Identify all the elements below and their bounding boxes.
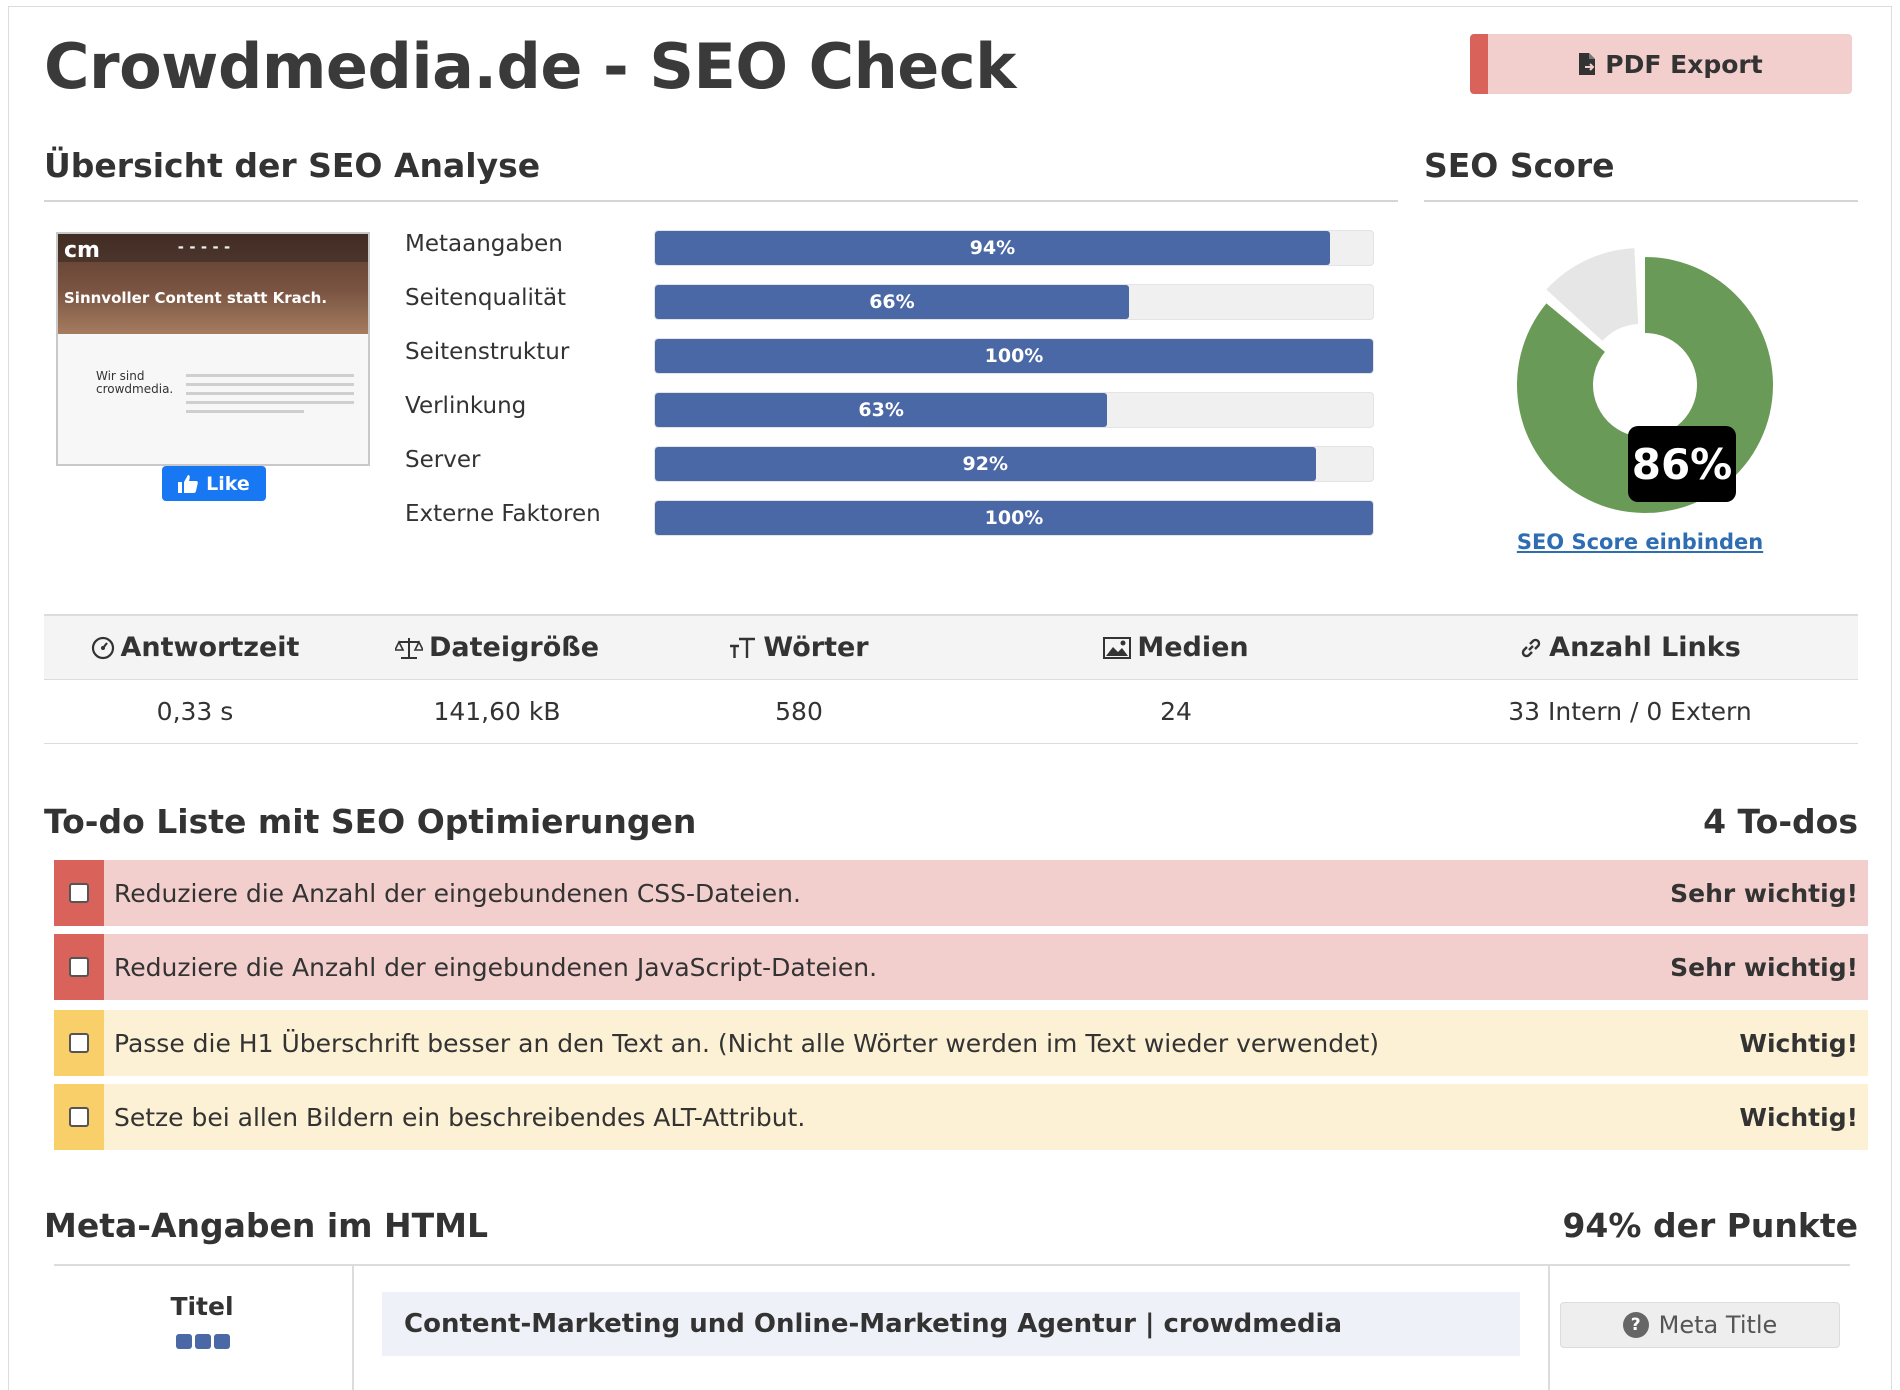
progress-bar-fill: 92% <box>655 447 1316 481</box>
bar-label: Verlinkung <box>405 393 527 419</box>
todo-heading: To-do Liste mit SEO Optimierungen <box>44 802 697 841</box>
todo-count: 4 To-dos <box>1703 802 1858 841</box>
thumbnail-card: Wir sind crowdmedia. <box>58 334 368 464</box>
overview-divider <box>44 200 1398 202</box>
gauge-icon <box>91 636 114 659</box>
bar-label: Metaangaben <box>405 231 563 257</box>
todo-checkbox[interactable] <box>69 1107 89 1127</box>
stat-value-media: 24 <box>1160 697 1192 726</box>
seo-score-badge: 86% <box>1628 426 1736 502</box>
file-export-icon <box>1579 53 1596 75</box>
todo-priority: Sehr wichtig! <box>1670 878 1858 908</box>
stat-header-response-time: Antwortzeit <box>44 616 346 679</box>
progress-bar-fill: 100% <box>655 339 1373 373</box>
seo-score-embed-link[interactable]: SEO Score einbinden <box>1510 530 1770 554</box>
text-size-icon <box>730 637 756 658</box>
meta-title-value: Content-Marketing und Online-Marketing A… <box>382 1292 1520 1356</box>
todo-text: Reduziere die Anzahl der eingebundenen J… <box>114 952 878 982</box>
meta-table-divider <box>54 1264 1850 1266</box>
pdf-export-label: PDF Export <box>1605 49 1763 79</box>
todo-checkbox[interactable] <box>69 883 89 903</box>
image-icon <box>1103 636 1132 659</box>
thumbnail-logo: cm <box>64 238 100 263</box>
progress-bar-fill: 94% <box>655 231 1330 265</box>
todo-priority: Wichtig! <box>1739 1028 1858 1058</box>
facebook-like-button[interactable]: Like <box>162 466 266 501</box>
meta-title-button-label: Meta Title <box>1658 1311 1778 1339</box>
stat-value-links: 33 Intern / 0 Extern <box>1508 697 1752 726</box>
progress-bar: 66% <box>654 284 1374 320</box>
question-icon: ? <box>1622 1312 1649 1338</box>
thumbnail-nav: ▬ ▬ ▬ ▬ ▬ <box>178 244 232 251</box>
rating-dot <box>176 1334 192 1349</box>
progress-bar-fill: 100% <box>655 501 1373 535</box>
website-thumbnail[interactable]: cm ▬ ▬ ▬ ▬ ▬ Sinnvoller Content statt Kr… <box>56 232 370 466</box>
progress-bar: 92% <box>654 446 1374 482</box>
progress-bar: 63% <box>654 392 1374 428</box>
todo-priority-marker <box>54 1084 104 1150</box>
progress-bar-fill: 63% <box>655 393 1108 427</box>
stats-value-row: 0,33 s 141,60 kB 580 24 33 Intern / 0 Ex… <box>44 680 1858 744</box>
todo-priority: Wichtig! <box>1739 1102 1858 1132</box>
score-heading: SEO Score <box>1424 146 1615 185</box>
like-label: Like <box>206 472 250 495</box>
stat-header-file-size: Dateigröße <box>346 616 648 679</box>
meta-row-label: Titel <box>170 1292 234 1321</box>
meta-points: 94% der Punkte <box>1562 1206 1858 1245</box>
score-divider <box>1424 200 1858 202</box>
todo-text: Passe die H1 Überschrift besser an den T… <box>114 1028 1380 1058</box>
page-title: Crowdmedia.de - SEO Check <box>44 30 1016 103</box>
bar-label: Seitenqualität <box>405 285 567 311</box>
stats-header-row: Antwortzeit Dateigröße Wörter Medien Anz… <box>44 614 1858 680</box>
meta-column-divider <box>1548 1266 1550 1390</box>
stat-value-words: 580 <box>775 697 823 726</box>
thumbnail-card-text: Wir sind crowdmedia. <box>96 369 174 396</box>
stat-value-response-time: 0,33 s <box>156 697 234 726</box>
stat-header-words: Wörter <box>648 616 950 679</box>
progress-bar: 94% <box>654 230 1374 266</box>
bar-label: Server <box>405 447 481 473</box>
link-icon <box>1521 638 1541 657</box>
rating-dot <box>195 1334 211 1349</box>
bar-label: Externe Faktoren <box>405 501 601 527</box>
todo-checkbox[interactable] <box>69 957 89 977</box>
rating-dot <box>214 1334 230 1349</box>
todo-priority: Sehr wichtig! <box>1670 952 1858 982</box>
todo-item: Reduziere die Anzahl der eingebundenen J… <box>54 934 1868 1000</box>
meta-rating <box>176 1334 230 1349</box>
todo-priority-marker <box>54 934 104 1000</box>
overview-heading: Übersicht der SEO Analyse <box>44 146 541 185</box>
progress-bar-fill: 66% <box>655 285 1129 319</box>
thumbs-up-icon <box>178 474 198 493</box>
todo-text: Reduziere die Anzahl der eingebundenen C… <box>114 878 801 908</box>
meta-column-divider <box>352 1266 354 1390</box>
todo-item: Setze bei allen Bildern ein beschreibend… <box>54 1084 1868 1150</box>
todo-priority-marker <box>54 1010 104 1076</box>
todo-checkbox[interactable] <box>69 1033 89 1053</box>
todo-priority-marker <box>54 860 104 926</box>
progress-bar: 100% <box>654 338 1374 374</box>
todo-item: Passe die H1 Überschrift besser an den T… <box>54 1010 1868 1076</box>
meta-heading: Meta-Angaben im HTML <box>44 1206 489 1245</box>
todo-item: Reduziere die Anzahl der eingebundenen C… <box>54 860 1868 926</box>
stat-value-file-size: 141,60 kB <box>433 697 561 726</box>
progress-bar: 100% <box>654 500 1374 536</box>
stat-header-links: Anzahl Links <box>1402 616 1858 679</box>
meta-title-button[interactable]: ? Meta Title <box>1560 1302 1840 1348</box>
todo-text: Setze bei allen Bildern ein beschreibend… <box>114 1102 806 1132</box>
stat-header-media: Medien <box>950 616 1402 679</box>
thumbnail-headline: Sinnvoller Content statt Krach. <box>64 289 328 307</box>
scale-icon <box>394 637 423 659</box>
bar-label: Seitenstruktur <box>405 339 570 365</box>
pdf-export-button[interactable]: PDF Export <box>1470 34 1852 94</box>
